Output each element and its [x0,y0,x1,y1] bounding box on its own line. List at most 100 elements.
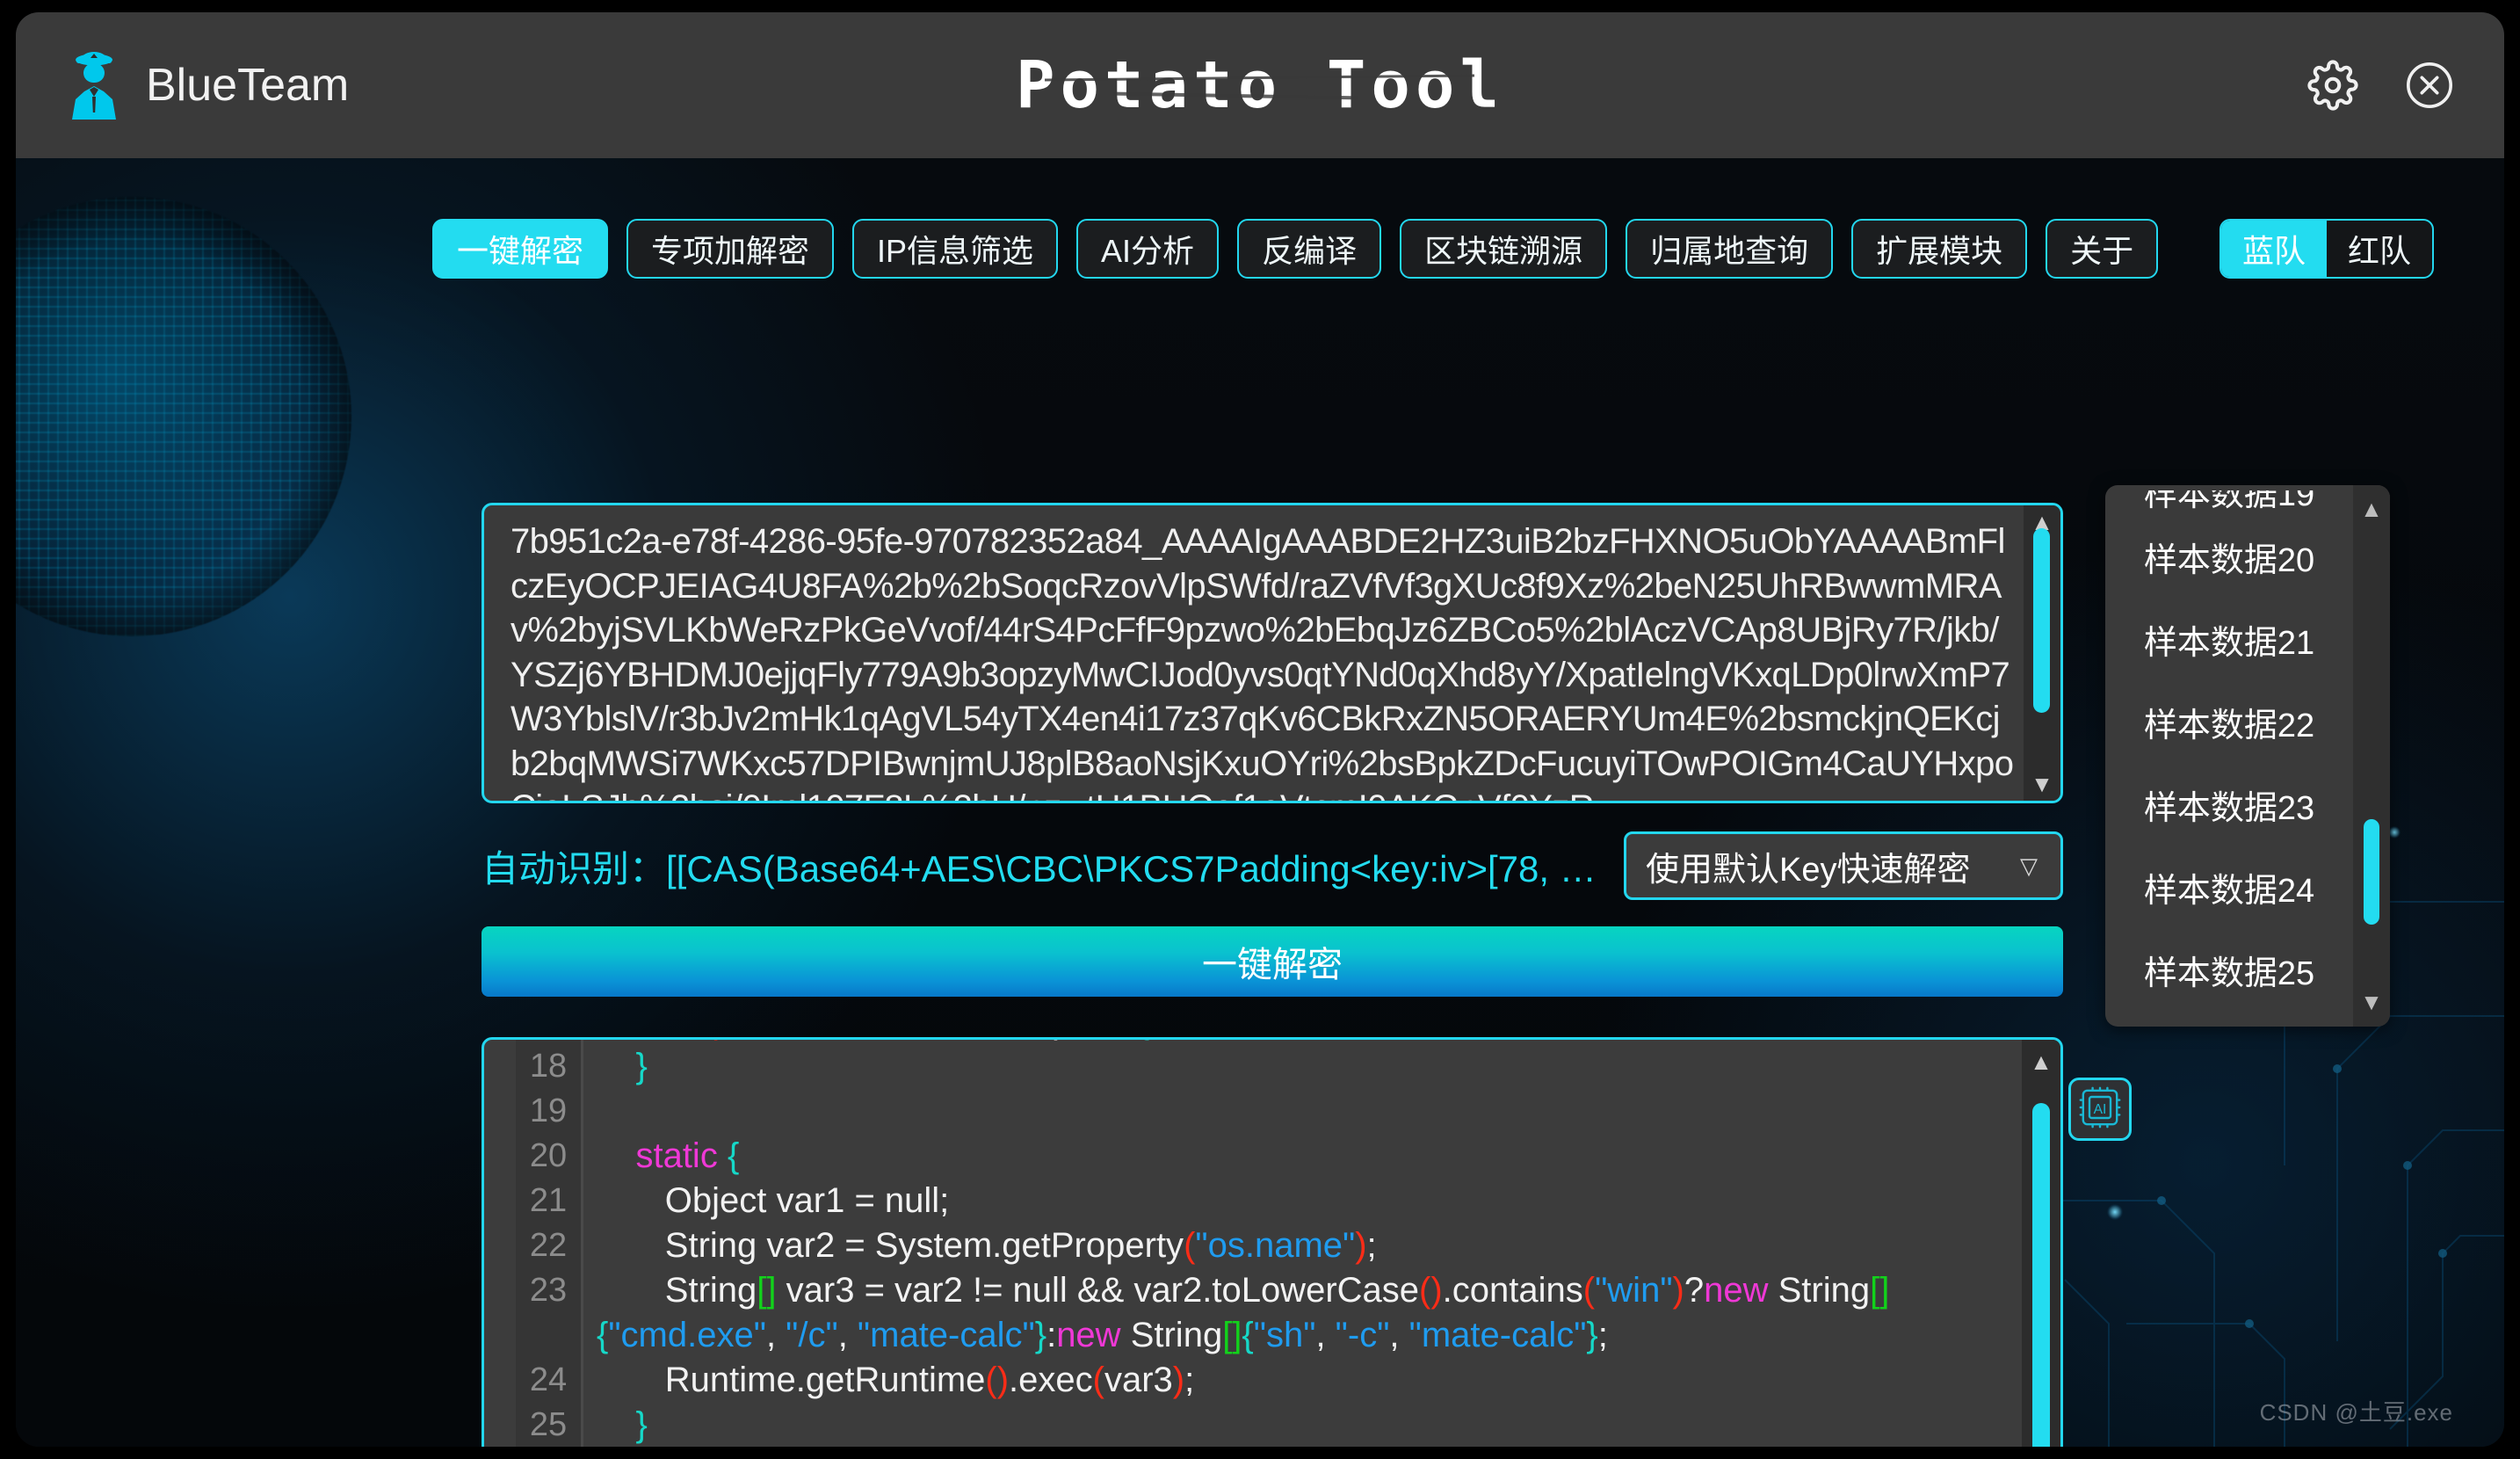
code-line-number: 18 [516,1044,581,1089]
list-item[interactable]: 样本数据24 [2105,846,2353,928]
glow-dot [2107,1204,2123,1220]
code-token: "os.name" [1195,1226,1355,1265]
code-token: () [985,1361,1009,1399]
code-line-text [597,1089,2022,1134]
code-token [718,1136,728,1175]
list-item[interactable]: 样本数据21 [2105,598,2353,680]
list-item[interactable]: 样本数据23 [2105,763,2353,846]
tab-extension-modules[interactable]: 扩展模块 [1851,219,2027,279]
close-circle-icon[interactable] [2404,60,2455,111]
watermark: CSDN @土豆.exe [2260,1395,2453,1427]
code-token: , [766,1316,786,1354]
code-line-text: } [597,1403,2022,1447]
code-token: ( [1583,1271,1595,1310]
chevron-down-icon[interactable]: ▼ [2353,989,2390,1016]
code-token: "sh" [1254,1316,1316,1354]
code-token: ; [1367,1226,1377,1265]
list-item[interactable]: 样本数据19 [2105,490,2353,515]
chevron-down-icon[interactable]: ▽ [2020,853,2038,880]
code-token: String [1121,1316,1223,1354]
code-token: , [1389,1316,1408,1354]
code-lines: handler) throws TransletException {18 } 1… [484,1040,2022,1447]
auto-detect-value: [[CAS(Base64+AES\CBC\PKCS7Padding<key:iv… [666,848,1624,889]
app-window: BlueTeam Potato Tool [16,12,2504,1447]
code-token: { [728,1136,739,1175]
code-line-number: 21 [516,1179,581,1223]
code-line-number: 22 [516,1223,581,1268]
cipher-input-text[interactable]: 7b951c2a-e78f-4286-95fe-970782352a84_AAA… [511,519,2018,803]
team-toggle-blue[interactable]: 蓝队 [2221,221,2327,277]
code-token: : [1046,1316,1056,1354]
code-token: var3 = var2 != null && var2.toLowerCase [777,1271,1419,1310]
scrollbar-thumb[interactable] [2364,819,2379,925]
tab-decompile[interactable]: 反编译 [1237,219,1381,279]
code-line: 22 String var2 = System.getProperty("os.… [484,1223,2022,1268]
tab-special-encrypt-decrypt[interactable]: 专项加解密 [626,219,834,279]
code-token: ; [1184,1361,1194,1399]
cipher-input-panel[interactable]: 7b951c2a-e78f-4286-95fe-970782352a84_AAA… [482,503,2063,803]
auto-detect-text: 自动识别：[[CAS(Base64+AES\CBC\PKCS7Padding<k… [482,839,1624,893]
sample-data-list: 样本数据19 样本数据20 样本数据21 样本数据22 样本数据23 样本数据2… [2105,485,2353,1027]
code-token: ( [1093,1361,1104,1399]
chevron-down-icon[interactable]: ▼ [2031,767,2053,801]
code-token: new [1056,1316,1120,1354]
code-scrollbar[interactable]: ▲ ▼ [2022,1040,2060,1447]
code-token: handler [597,1040,713,1041]
code-token: Runtime.getRuntime [597,1361,985,1399]
cipher-scrollbar[interactable]: ▲ ▼ [2024,505,2060,801]
tab-blockchain-trace[interactable]: 区块链溯源 [1400,219,1607,279]
team-toggle: 蓝队 红队 [2219,219,2434,279]
code-token: var3 [1104,1361,1173,1399]
ai-analyze-button[interactable]: AI [2068,1078,2132,1141]
code-token: static [635,1136,717,1175]
code-line-text: String[] var3 = var2 != null && var2.toL… [597,1268,2022,1358]
list-item[interactable]: 样本数据20 [2105,515,2353,598]
title-bar: BlueTeam Potato Tool [16,12,2504,158]
code-token: throws [735,1040,839,1041]
code-token: , [838,1316,858,1354]
list-item[interactable]: 样本数据22 [2105,680,2353,763]
code-token: TransletException [839,1040,1138,1041]
tab-about[interactable]: 关于 [2046,219,2158,279]
tab-ip-filter[interactable]: IP信息筛选 [852,219,1058,279]
code-token: { [597,1316,608,1354]
scrollbar-thumb[interactable] [2032,1103,2050,1447]
code-token: "mate-calc" [1409,1316,1587,1354]
code-token: ( [1184,1226,1195,1265]
tab-one-click-decrypt[interactable]: 一键解密 [432,219,608,279]
brand: BlueTeam [69,51,349,120]
scrollbar-thumb[interactable] [2033,528,2050,713]
code-token: Object var1 = null; [597,1181,949,1220]
code-token: "/c" [786,1316,838,1354]
code-line-number: 20 [516,1134,581,1179]
page-title: Potato Tool [16,47,2504,123]
code-line-text: static { [597,1134,2022,1179]
code-token [597,1047,635,1085]
decompiled-code-panel[interactable]: handler) throws TransletException {18 } 1… [482,1037,2063,1447]
list-item[interactable]: 样本数据25 [2105,928,2353,1011]
tab-ai-analysis[interactable]: AI分析 [1076,219,1219,279]
code-line: 19 [484,1089,2022,1134]
globe-decoration [16,197,351,636]
sample-scrollbar[interactable]: ▲ ▼ [2353,485,2390,1027]
main-content: 一键解密 专项加解密 IP信息筛选 AI分析 反编译 区块链溯源 归属地查询 扩… [16,158,2504,1447]
one-click-decrypt-button[interactable]: 一键解密 [482,926,2063,997]
key-mode-select[interactable]: 使用默认Key快速解密 ▽ [1624,831,2063,900]
code-token: "mate-calc" [858,1316,1035,1354]
ai-chip-icon: AI [2079,1086,2121,1133]
tab-location-lookup[interactable]: 归属地查询 [1626,219,1833,279]
code-token: String [597,1271,757,1310]
chevron-up-icon[interactable]: ▲ [2022,1049,2060,1076]
chevron-up-icon[interactable]: ▲ [2353,496,2390,523]
blueteam-officer-icon [69,51,119,120]
code-line: 25 } [484,1403,2022,1447]
code-token: [] [757,1271,776,1310]
code-token: .contains [1443,1271,1583,1310]
code-token: ) [713,1040,725,1041]
team-toggle-red[interactable]: 红队 [2327,221,2432,277]
code-token [597,1136,635,1175]
code-token: "win" [1595,1271,1672,1310]
gear-icon[interactable] [2307,60,2358,111]
code-token [726,1040,735,1041]
code-token: String [1768,1271,1870,1310]
